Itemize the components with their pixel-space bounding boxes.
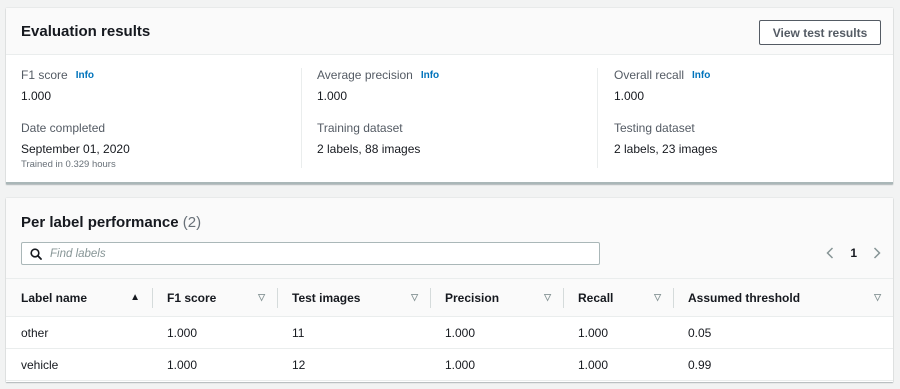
date-completed-label: Date completed: [21, 121, 106, 135]
training-dataset-value: 2 labels, 88 images: [317, 142, 421, 156]
cell-recall: 1.000: [563, 316, 673, 349]
cell-assumed-threshold: 0.99: [673, 348, 893, 381]
chevron-left-icon: [826, 247, 834, 259]
column-separator: [430, 288, 431, 308]
overall-recall-value: 1.000: [614, 89, 645, 103]
date-completed-value: September 01, 2020: [21, 142, 130, 156]
testing-dataset-group: Testing dataset 2 labels, 23 images: [614, 121, 717, 156]
cell-test-images: 11: [277, 316, 430, 349]
column-header-label-name[interactable]: Label name ▲: [6, 278, 152, 317]
search-icon: [30, 247, 42, 260]
column-separator: [563, 288, 564, 308]
performance-header: Per label performance (2) 1: [6, 198, 893, 278]
table-header-row: Label name ▲ F1 score ▽ Test images ▽ Preci…: [6, 278, 893, 317]
performance-title-text: Per label performance: [21, 214, 179, 231]
average-precision-value: 1.000: [317, 89, 348, 103]
average-precision-info-link[interactable]: Info: [421, 70, 439, 81]
column-separator: [673, 288, 674, 308]
performance-title: Per label performance (2): [21, 214, 201, 231]
previous-page-button[interactable]: [826, 247, 834, 259]
table-row: other 1.000 11 1.000 1.000 0.05: [6, 316, 893, 349]
column-separator: [277, 288, 278, 308]
column-header-precision[interactable]: Precision ▽: [430, 278, 563, 317]
sort-ascending-icon[interactable]: ▲: [130, 292, 140, 303]
column-divider: [597, 68, 598, 168]
next-page-button[interactable]: [873, 247, 881, 259]
testing-dataset-label: Testing dataset: [614, 121, 695, 135]
overall-recall-info-link[interactable]: Info: [692, 70, 710, 81]
chevron-right-icon: [873, 247, 881, 259]
column-divider: [301, 68, 302, 168]
search-input[interactable]: [50, 247, 570, 260]
find-labels-search[interactable]: [21, 242, 600, 265]
column-header-test-images[interactable]: Test images ▽: [277, 278, 430, 317]
metric-column-precision: Average precision Info 1.000 Training da…: [317, 68, 439, 168]
metric-column-f1: F1 score Info 1.000 Date completed Septe…: [21, 68, 130, 170]
metric-column-recall: Overall recall Info 1.000 Testing datase…: [614, 68, 717, 168]
cell-label-name: other: [6, 316, 152, 349]
testing-dataset-value: 2 labels, 23 images: [614, 142, 718, 156]
f1-score-value: 1.000: [21, 89, 52, 103]
per-label-performance-panel: Per label performance (2) 1: [6, 198, 893, 382]
per-label-table: Label name ▲ F1 score ▽ Test images ▽ Preci…: [6, 278, 893, 381]
sort-icon[interactable]: ▽: [874, 292, 881, 303]
cell-label-name: vehicle: [6, 348, 152, 381]
overall-recall-label: Overall recall: [614, 68, 685, 82]
training-dataset-label: Training dataset: [317, 121, 403, 135]
sort-icon[interactable]: ▽: [258, 292, 265, 303]
sort-icon[interactable]: ▽: [544, 292, 551, 303]
view-test-results-button[interactable]: View test results: [759, 20, 881, 45]
table-row: vehicle 1.000 12 1.000 1.000 0.99: [6, 348, 893, 381]
column-header-recall[interactable]: Recall ▽: [563, 278, 673, 317]
column-header-assumed-threshold[interactable]: Assumed threshold ▽: [673, 278, 893, 317]
training-duration: Trained in 0.329 hours: [21, 159, 116, 170]
sort-icon[interactable]: ▽: [654, 292, 661, 303]
cell-f1-score: 1.000: [152, 348, 277, 381]
column-separator: [152, 288, 153, 308]
date-completed-group: Date completed September 01, 2020 Traine…: [21, 121, 130, 170]
column-header-f1-score[interactable]: F1 score ▽: [152, 278, 277, 317]
cell-recall: 1.000: [563, 348, 673, 381]
current-page-number[interactable]: 1: [850, 246, 857, 260]
sort-icon[interactable]: ▽: [411, 292, 418, 303]
average-precision-label: Average precision: [317, 68, 413, 82]
cell-assumed-threshold: 0.05: [673, 316, 893, 349]
evaluation-results-panel: Evaluation results View test results F1 …: [6, 8, 893, 184]
cell-precision: 1.000: [430, 316, 563, 349]
cell-test-images: 12: [277, 348, 430, 381]
training-dataset-group: Training dataset 2 labels, 88 images: [317, 121, 420, 156]
cell-precision: 1.000: [430, 348, 563, 381]
label-count: (2): [182, 214, 202, 231]
pagination: 1: [826, 246, 881, 260]
evaluation-header: Evaluation results View test results: [6, 8, 893, 55]
cell-f1-score: 1.000: [152, 316, 277, 349]
f1-score-info-link[interactable]: Info: [76, 70, 94, 81]
evaluation-title: Evaluation results: [21, 23, 151, 40]
f1-score-label: F1 score: [21, 68, 68, 82]
